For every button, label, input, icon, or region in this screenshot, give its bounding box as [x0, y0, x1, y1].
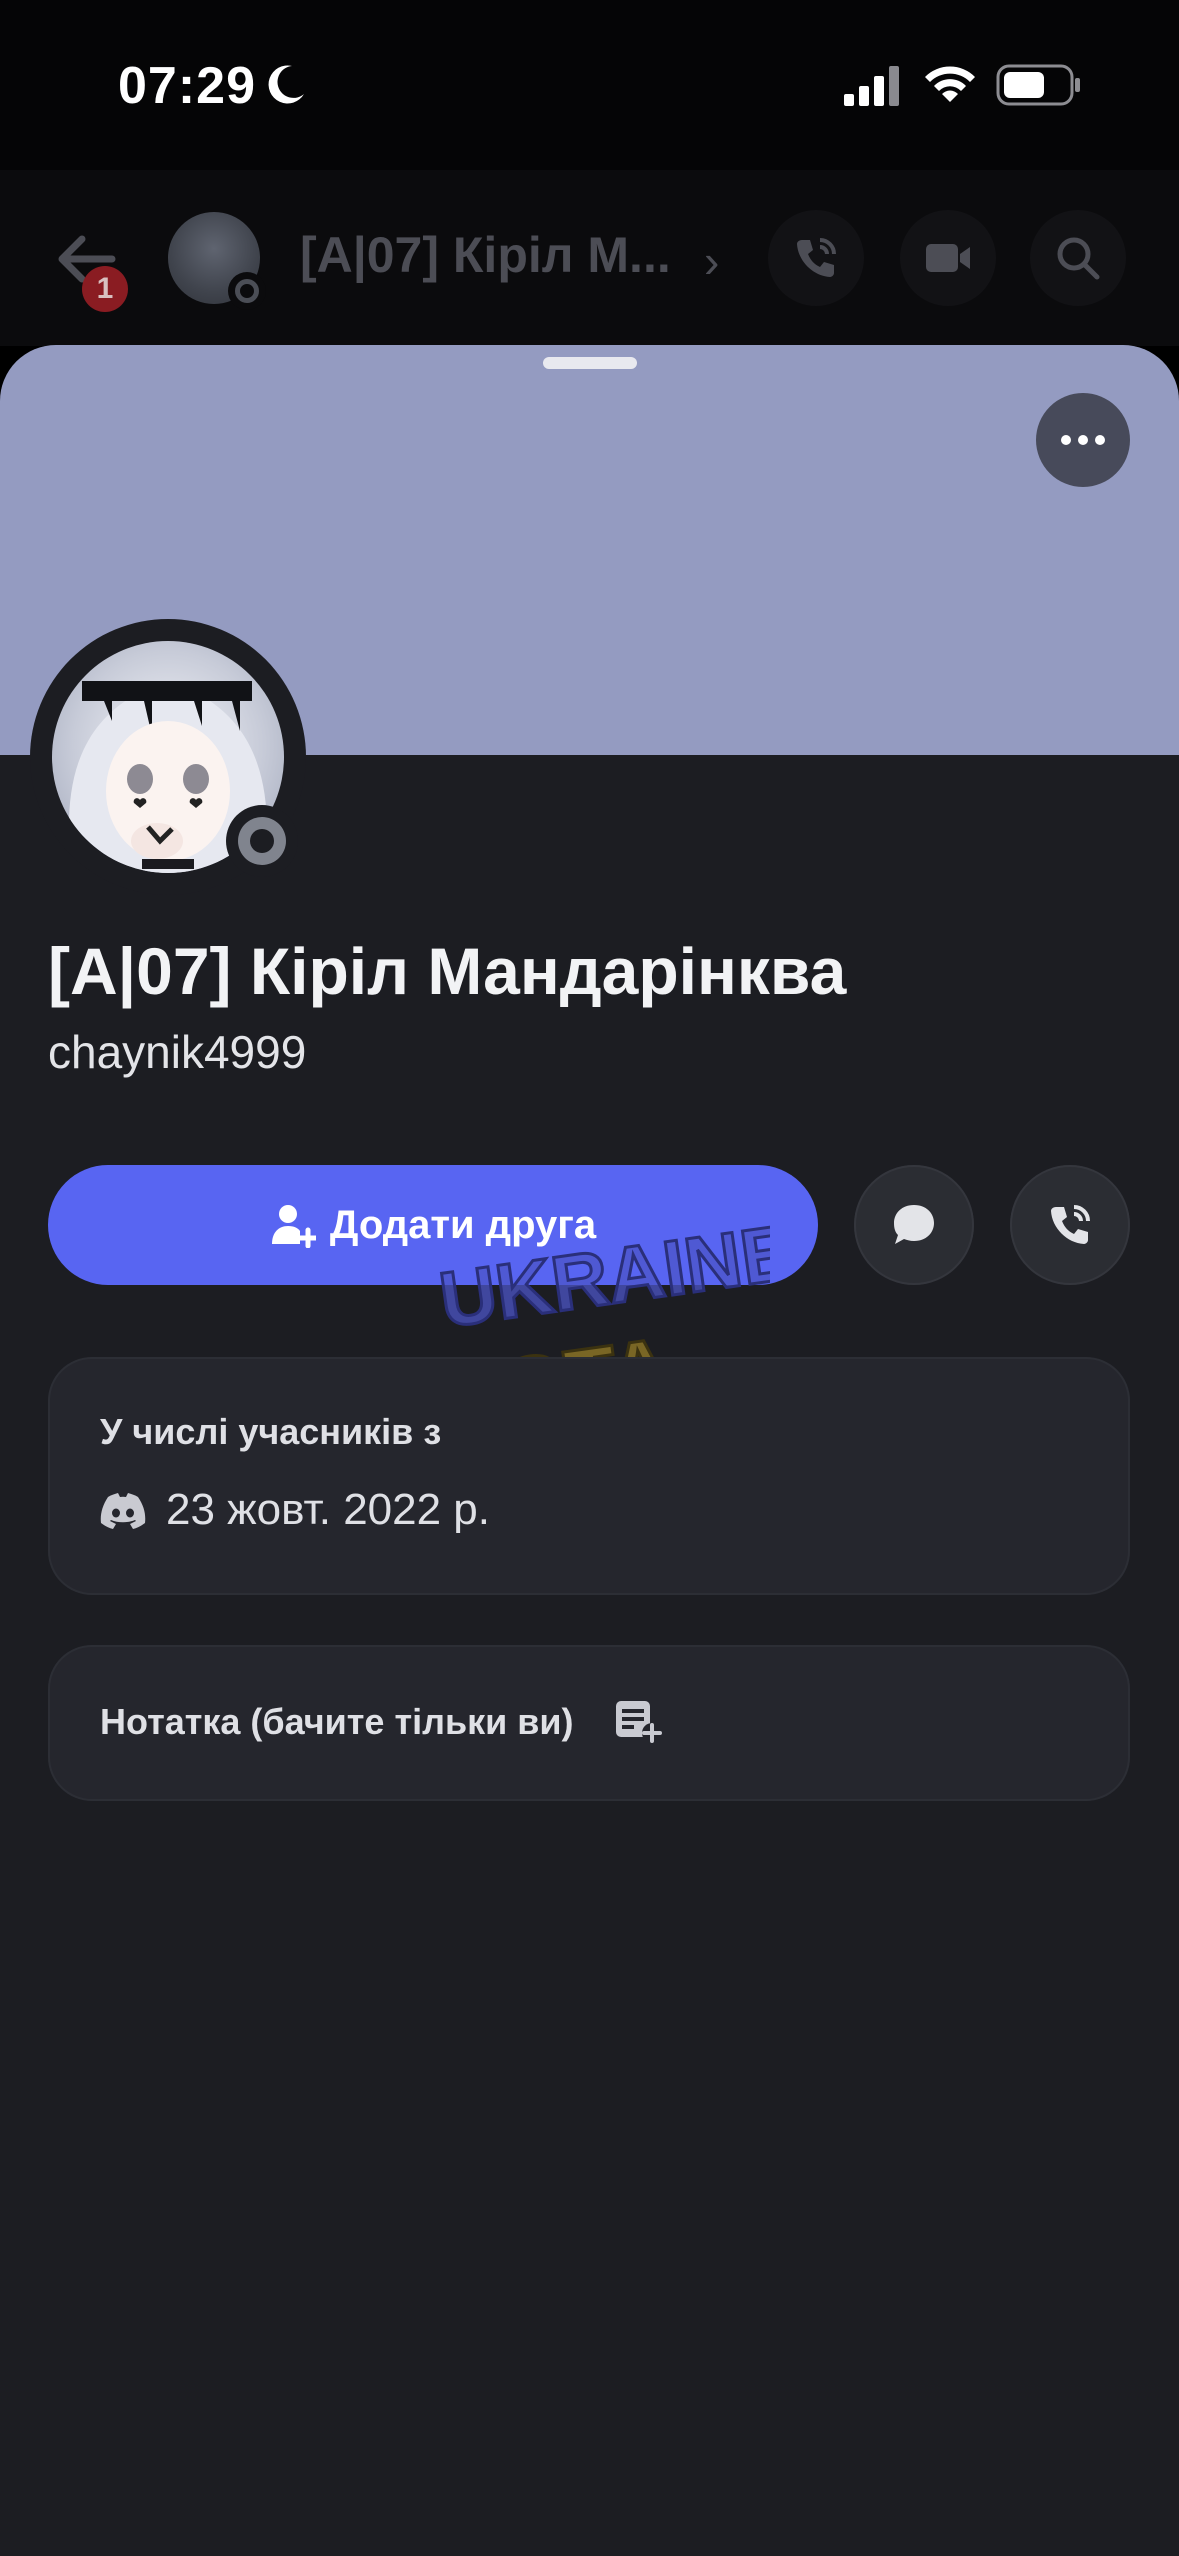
username: chaynik4999 — [48, 1026, 307, 1078]
chevron-right-icon: › — [704, 235, 720, 287]
add-note-icon[interactable] — [614, 1699, 662, 1743]
display-name: [A|07] Кіріл Мандарінква — [48, 934, 847, 1008]
wifi-icon — [925, 66, 975, 102]
member-since-date: 23 жовт. 2022 р. — [166, 1485, 491, 1534]
note-card[interactable]: Нотатка (бачите тільки ви) — [48, 1645, 1130, 1801]
add-friend-icon — [271, 1205, 316, 1248]
more-dots-icon — [1061, 435, 1105, 445]
moon-icon — [268, 65, 304, 104]
cellular-signal-icon — [844, 66, 899, 106]
member-since-label: У числі учасників з — [100, 1411, 442, 1452]
status-offline-indicator — [226, 805, 298, 877]
chat-title[interactable]: [A|07] Кіріл М... — [300, 226, 671, 284]
battery-icon — [996, 64, 1080, 106]
profile-sheet: [A|07] Кіріл Мандарінква chaynik4999 Дод… — [0, 345, 1179, 2556]
add-friend-label: Додати друга — [329, 1202, 597, 1247]
search-icon — [1057, 237, 1100, 280]
call-button[interactable] — [1010, 1165, 1130, 1285]
sheet-drag-handle[interactable] — [543, 357, 637, 369]
discord-logo-icon — [100, 1493, 146, 1529]
chat-bubble-icon — [894, 1205, 934, 1244]
header-status-indicator — [228, 272, 266, 310]
note-label: Нотатка (бачите тільки ви) — [100, 1701, 574, 1742]
add-friend-button[interactable]: Додати друга — [48, 1165, 818, 1285]
search-button[interactable] — [1030, 210, 1126, 306]
message-button[interactable] — [854, 1165, 974, 1285]
chat-header: 1 [A|07] Кіріл М... › — [0, 170, 1179, 346]
video-call-button[interactable] — [900, 210, 996, 306]
phone-call-icon — [797, 238, 836, 277]
member-since-card: У числі учасників з 23 жовт. 2022 р. — [48, 1357, 1130, 1595]
more-options-button[interactable] — [1036, 393, 1130, 487]
video-camera-icon — [926, 244, 970, 272]
voice-call-button[interactable] — [768, 210, 864, 306]
status-bar: 07:29 — [0, 0, 1179, 170]
unread-badge: 1 — [82, 266, 128, 312]
phone-call-icon — [1051, 1205, 1090, 1244]
status-time: 07:29 — [118, 57, 256, 115]
